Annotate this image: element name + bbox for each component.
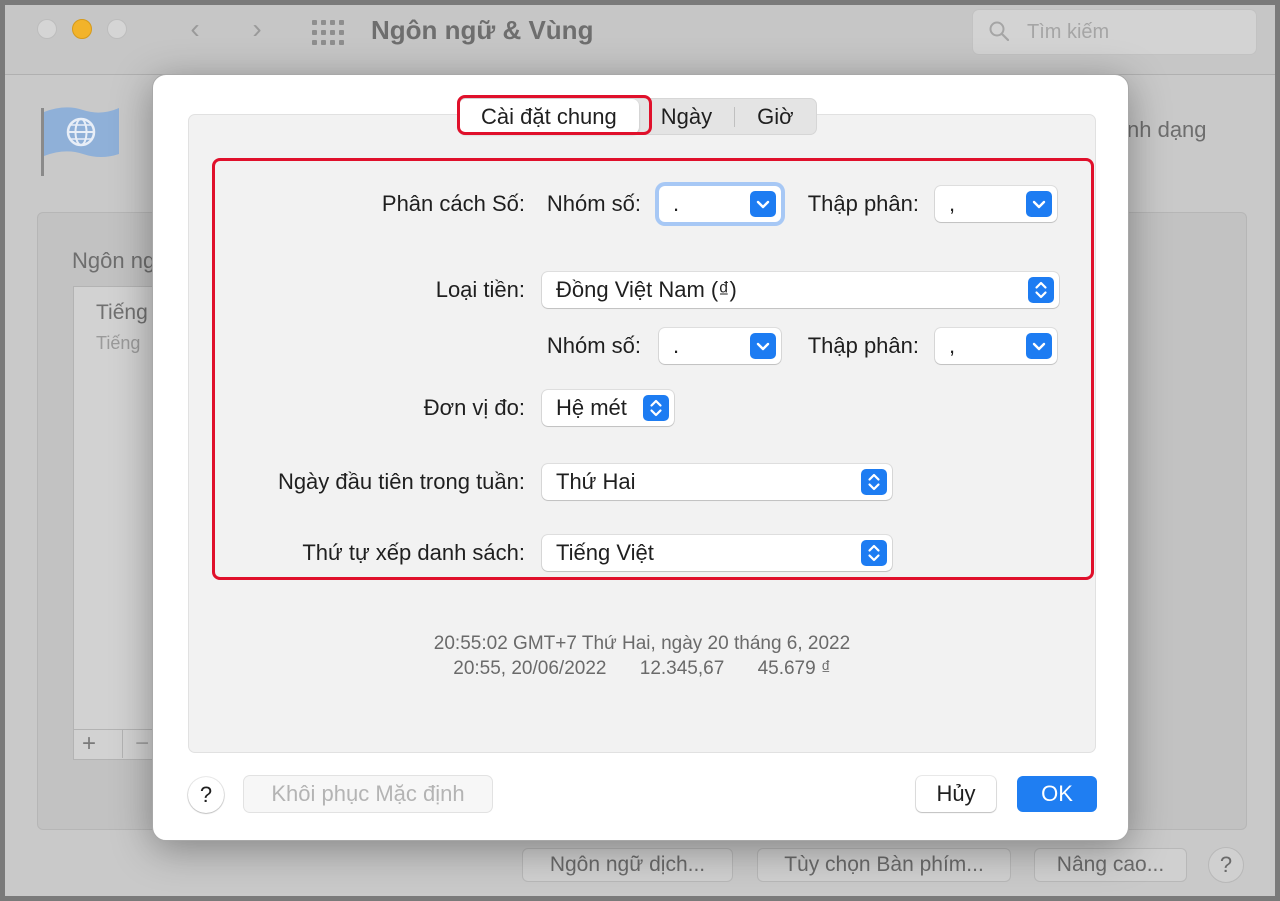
chevron-down-icon (750, 333, 776, 359)
preview-number: 12.345,67 (639, 658, 725, 679)
chevron-up-down-icon (1028, 277, 1054, 303)
tab-general[interactable]: Cài đặt chung (459, 99, 639, 134)
keyboard-preferences-button[interactable]: Tùy chọn Bàn phím... (757, 848, 1011, 882)
currency-decimal-label: Thập phân: (807, 333, 919, 358)
background-format-label: nh dạng (1127, 117, 1207, 142)
minimize-window-button[interactable] (72, 19, 92, 39)
list-sort-order-select[interactable]: Tiếng Việt (542, 535, 892, 571)
format-preview: 20:55:02 GMT+7 Thứ Hai, ngày 20 tháng 6,… (188, 631, 1096, 681)
restore-defaults-button[interactable]: Khôi phục Mặc định (244, 776, 492, 812)
language-region-flag-icon (41, 107, 119, 176)
close-window-button[interactable] (37, 19, 57, 39)
chevron-down-icon (750, 191, 776, 217)
chevron-up-down-icon (861, 540, 887, 566)
preview-line-2: 20:55, 20/06/2022 12.345,67 45.679 ₫ (188, 656, 1096, 681)
number-decimal-label: Thập phân: (807, 191, 919, 216)
list-item-subtitle: Tiếng (96, 333, 141, 353)
background-help-button[interactable]: ? (1208, 847, 1244, 883)
chevron-down-icon (1026, 191, 1052, 217)
preview-currency: 45.679 ₫ (757, 658, 831, 679)
ok-button[interactable]: OK (1017, 776, 1097, 812)
currency-group-label: Nhóm số: (546, 333, 641, 358)
first-day-of-week-select[interactable]: Thứ Hai (542, 464, 892, 500)
list-controls: + − (74, 729, 164, 759)
zoom-window-button[interactable] (107, 19, 127, 39)
back-button[interactable]: ‹ (183, 15, 207, 43)
currency-value: Đồng Việt Nam (₫) (556, 277, 737, 302)
list-sort-order-value: Tiếng Việt (556, 540, 654, 565)
number-decimal-value: , (949, 191, 956, 216)
chevron-down-icon (1026, 333, 1052, 359)
chevron-up-down-icon (643, 395, 669, 421)
forward-button[interactable]: › (245, 15, 269, 43)
number-decimal-select[interactable]: , (935, 186, 1057, 222)
add-language-button[interactable]: + (82, 730, 96, 758)
measurement-units-select[interactable]: Hệ mét (542, 390, 674, 426)
advanced-button[interactable]: Nâng cao... (1034, 848, 1187, 882)
remove-language-button[interactable]: − (122, 730, 149, 758)
preview-date: 20:55, 20/06/2022 (453, 658, 607, 679)
title-bar: ‹ › Ngôn ngữ & Vùng Tìm kiếm (5, 5, 1275, 75)
tab-times[interactable]: Giờ (735, 99, 815, 134)
first-day-of-week-value: Thứ Hai (556, 469, 636, 494)
background-languages-label: Ngôn ng (72, 248, 156, 273)
chevron-up-down-icon (861, 469, 887, 495)
window-title: Ngôn ngữ & Vùng (371, 15, 594, 45)
number-group-label: Nhóm số: (546, 191, 641, 216)
currency-group-value: . (673, 333, 680, 358)
currency-decimal-value: , (949, 333, 956, 358)
measurement-units-value: Hệ mét (556, 395, 627, 420)
tab-dates[interactable]: Ngày (639, 99, 734, 134)
tab-bar: Cài đặt chung Ngày Giờ (458, 98, 817, 135)
first-day-of-week-label: Ngày đầu tiên trong tuần: (277, 469, 525, 494)
measurement-units-label: Đơn vị đo: (423, 395, 525, 420)
currency-group-select[interactable]: . (659, 328, 781, 364)
translation-languages-button[interactable]: Ngôn ngữ dịch... (522, 848, 733, 882)
number-separators-label: Phân cách Số: (381, 191, 525, 216)
cancel-button[interactable]: Hủy (916, 776, 996, 812)
currency-select[interactable]: Đồng Việt Nam (₫) (542, 272, 1059, 308)
currency-label: Loại tiền: (435, 277, 525, 302)
search-field[interactable]: Tìm kiếm (972, 9, 1257, 55)
list-sort-order-label: Thứ tự xếp danh sách: (302, 540, 525, 565)
currency-decimal-select[interactable]: , (935, 328, 1057, 364)
background-language-list[interactable]: Tiếng Tiếng + − (73, 286, 164, 760)
preview-line-1: 20:55:02 GMT+7 Thứ Hai, ngày 20 tháng 6,… (433, 633, 851, 654)
number-group-value: . (673, 191, 680, 216)
advanced-settings-sheet: Cài đặt chung Ngày Giờ Phân cách Số: Nhó… (152, 74, 1129, 841)
screenshot-frame: ‹ › Ngôn ngữ & Vùng Tìm kiếm nh dạng Ngô… (0, 0, 1280, 901)
list-item: Tiếng (96, 301, 148, 324)
search-placeholder: Tìm kiếm (1027, 21, 1110, 43)
search-icon (989, 21, 1009, 41)
number-group-select[interactable]: . (659, 186, 781, 222)
show-all-grid-icon[interactable] (312, 20, 346, 46)
help-button[interactable]: ? (188, 777, 224, 813)
